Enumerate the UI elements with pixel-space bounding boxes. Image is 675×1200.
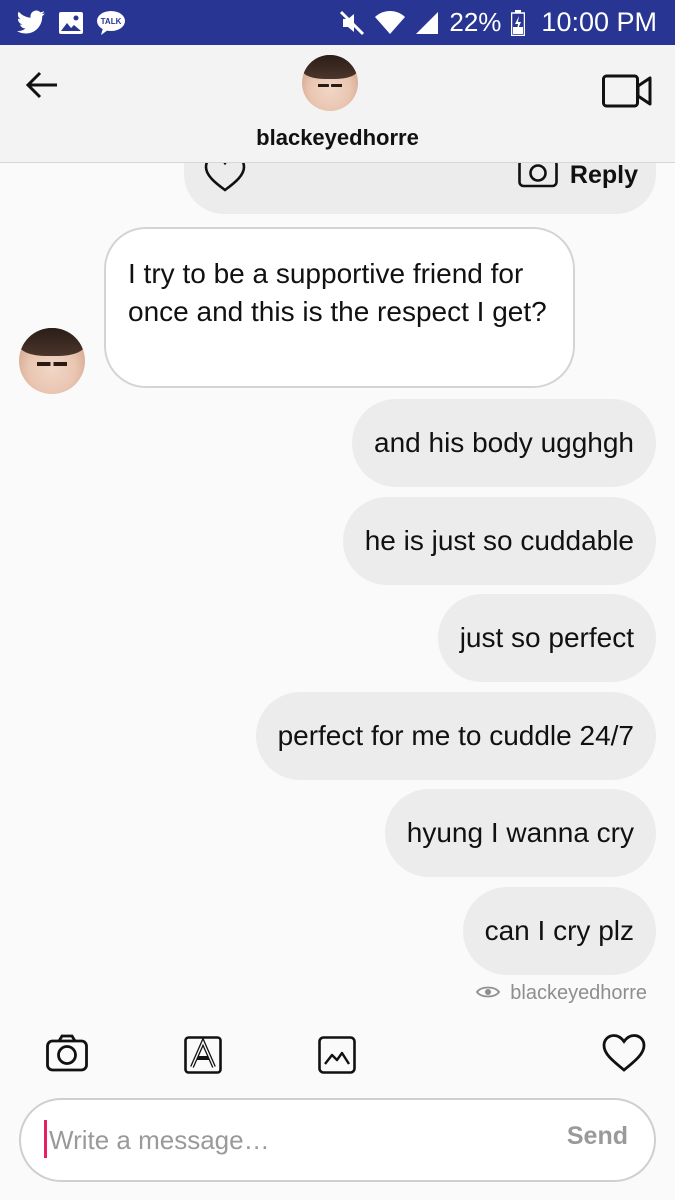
sender-avatar[interactable] (19, 328, 85, 394)
gallery-button[interactable] (318, 1036, 356, 1079)
back-button[interactable] (22, 67, 62, 107)
eye-icon (476, 982, 501, 1005)
message-input[interactable] (49, 1118, 529, 1162)
seen-indicator: blackeyedhorre (476, 982, 647, 1005)
outgoing-message[interactable]: can I cry plz (462, 887, 656, 975)
outgoing-message[interactable]: just so perfect (437, 594, 656, 682)
like-button[interactable] (602, 1034, 646, 1077)
heart-icon (602, 1034, 646, 1077)
camera-icon (46, 1034, 88, 1077)
back-arrow-icon (25, 70, 59, 105)
seen-by-label: blackeyedhorre (510, 982, 647, 1004)
text-cursor (44, 1120, 47, 1158)
reply-label: Reply (569, 161, 638, 189)
conversation-header: blackeyedhorre (0, 45, 675, 163)
video-camera-icon (602, 74, 652, 113)
header-avatar[interactable] (302, 55, 358, 111)
image-icon (318, 1036, 356, 1079)
send-button[interactable]: Send (567, 1122, 628, 1151)
outgoing-message[interactable]: and his body ugghgh (352, 399, 656, 487)
outgoing-message[interactable]: perfect for me to cuddle 24/7 (255, 692, 656, 780)
sticker-text-button[interactable] (184, 1036, 222, 1079)
text-sticker-icon (184, 1036, 222, 1079)
outgoing-message[interactable]: he is just so cuddable (342, 497, 656, 585)
conversation-username[interactable]: blackeyedhorre (0, 125, 675, 151)
outgoing-message[interactable]: hyung I wanna cry (384, 789, 656, 877)
camera-button[interactable] (46, 1034, 88, 1077)
message-thread: Reply I try to be a supportive friend fo… (0, 0, 675, 1200)
incoming-message[interactable]: I try to be a supportive friend for once… (104, 227, 575, 388)
video-call-button[interactable] (601, 73, 653, 113)
message-composer: Send (19, 1098, 656, 1182)
